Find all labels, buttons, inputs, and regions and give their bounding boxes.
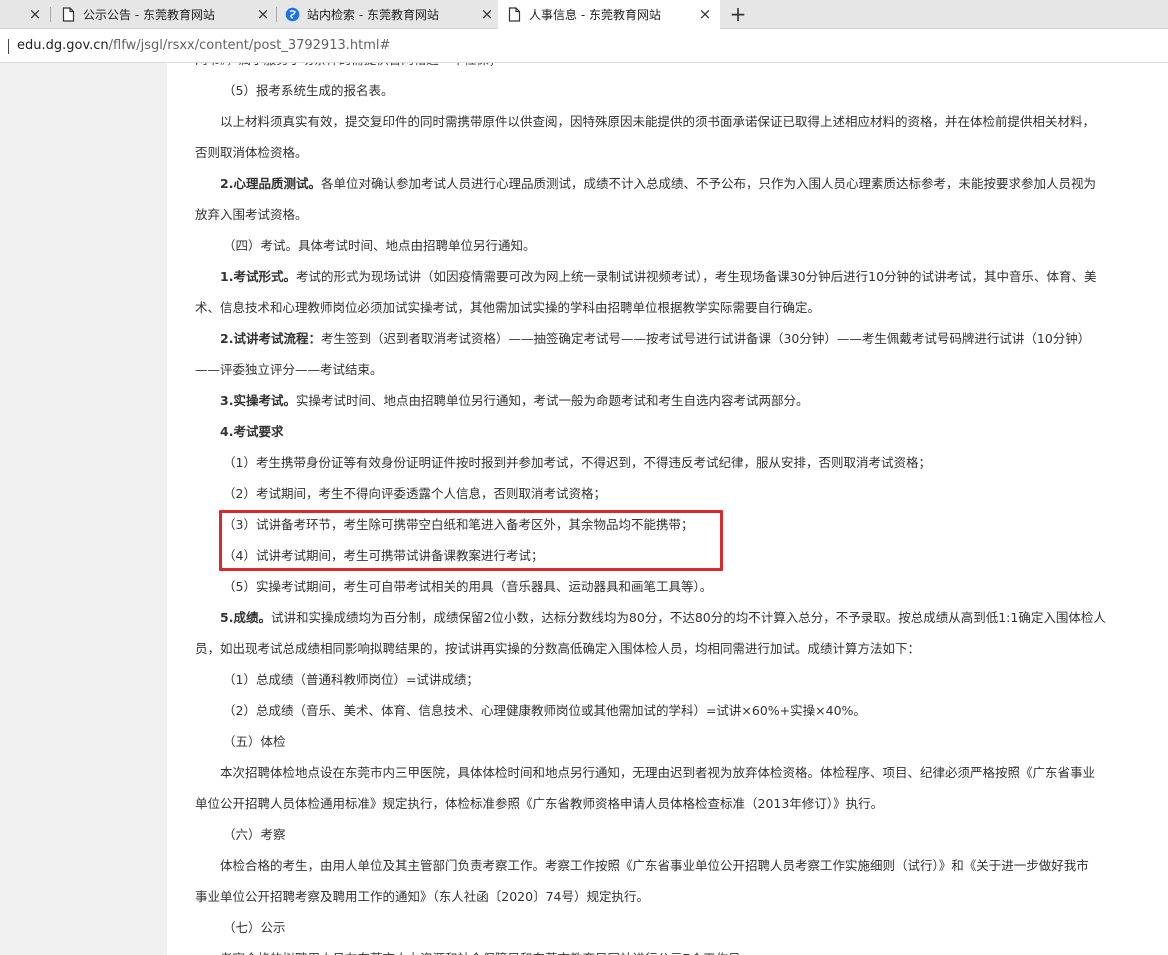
paragraph-line: 3.实操考试。实操考试时间、地点由招聘单位另行通知，考试一般为命题考试和考生自选… [195,385,1145,416]
paragraph-line: 事业单位公开招聘考察及聘用工作的通知》（东人社函〔2020〕74号）规定执行。 [195,889,649,904]
paragraph-line: 考察合格的拟聘用人员在东莞市人力资源和社会保障局和东莞市教育局网站进行公示7个工… [195,943,1145,955]
subsection-title: 3.实操考试。 [220,393,296,408]
paragraph-text: 考生签到（迟到者取消考试资格）——抽签确定考试号——按考试号进行试讲备课（30分… [320,331,1091,346]
tab-separator [50,7,51,22]
requirement-item: （2）考试期间，考生不得向评委透露个人信息，否则取消考试资格； [223,486,606,501]
paragraph-line: （5）报考系统生成的报名表。 [223,83,394,98]
close-icon[interactable]: × [696,5,714,23]
paragraph-text: 各单位对确认参加考试人员进行心理品质测试，成绩不计入总成绩、不予公布，只作为入围… [320,176,1096,191]
paragraph-text: 实操考试时间、地点由招聘单位另行通知，考试一般为命题考试和考生自选内容考试两部分… [295,393,809,408]
browser-tab-strip: × 公示公告 - 东莞教育网站 × 站内检索 - 东莞教育网站 × 人事信息 -… [0,0,1168,29]
url-host: edu.dg.gov.cn [17,38,109,53]
new-tab-button[interactable]: + [726,2,750,26]
paragraph-line: 5.成绩。试讲和实操成绩均为百分制，成绩保留2位小数，达标分数线均为80分，不达… [195,602,1145,633]
paragraph-line: 1.考试形式。考试的形式为现场试讲（如因疫情需要可改为网上统一录制试讲视频考试）… [195,261,1145,292]
requirement-item: （4）试讲考试期间，考生可携带试讲备课教案进行考试； [223,548,544,563]
url-path: /flfw/jsgl/rsxx/content/post_3792913.htm… [108,38,391,53]
section-heading: （七）公示 [223,920,286,935]
paragraph-line: 单位公开招聘人员体检通用标准》规定执行，体检标准参照《广东省教师资格申请人员体格… [195,796,884,811]
tab-title: 公示公告 - 东莞教育网站 [83,8,215,22]
paragraph-line: 本次招聘体检地点设在东莞市内三甲医院，具体体检时间和地点另行通知，无理由迟到者视… [220,765,1096,780]
tab-personnel-info[interactable]: 人事信息 - 东莞教育网站 × [498,0,720,29]
section-heading: （四）考试。具体考试时间、地点由招聘单位另行通知。 [223,238,536,253]
requirement-item: （5）实操考试期间，考生可自带考试相关的用具（音乐器具、运动器具和画笔工具等）。 [223,579,713,594]
tab-announcements[interactable]: 公示公告 - 东莞教育网站 × [60,0,272,29]
article-body: 网书》，属于服务于切条件的需提供告网格通一年社保； （5）报考系统生成的报名表。… [195,63,1145,955]
tab-title: 人事信息 - 东莞教育网站 [529,8,661,22]
section-heading: （六）考察 [223,827,286,842]
paragraph-line: 放弃入围考试资格。 [195,207,308,222]
subsection-title: 2.心理品质测试。 [220,176,321,191]
paragraph-text: 试讲和实操成绩均为百分制，成绩保留2位小数，达标分数线均为80分，不达80分的均… [270,610,1106,625]
tab-title: 站内检索 - 东莞教育网站 [307,8,439,22]
blue-logo-icon [284,7,300,23]
section-heading: （五）体检 [223,734,286,749]
close-icon[interactable]: × [478,5,496,23]
paragraph-text: 考试的形式为现场试讲（如因疫情需要可改为网上统一录制试讲视频考试），考生现场备课… [295,269,1097,284]
text-caret [8,39,9,54]
tab-site-search[interactable]: 站内检索 - 东莞教育网站 × [284,0,496,29]
address-url[interactable]: edu.dg.gov.cn/flfw/jsgl/rsxx/content/pos… [17,38,390,53]
close-icon[interactable]: × [254,5,272,23]
requirement-item: （3）试讲备考环节，考生除可携带空白纸和笔进入备考区外，其余物品均不能携带； [223,517,694,532]
subsection-title: 1.考试形式。 [220,269,296,284]
paragraph-line: 术、信息技术和心理教师岗位必须加试实操考试，其他需加试实操的学科由招聘单位根据教… [195,300,821,315]
paragraph-line: 体检合格的考生，由用人单位及其主管部门负责考察工作。考察工作按照《广东省事业单位… [220,858,1089,873]
paragraph-line: 2.心理品质测试。各单位对确认参加考试人员进行心理品质测试，成绩不计入总成绩、不… [195,168,1145,199]
paragraph-line: （1）总成绩（普通科教师岗位）=试讲成绩； [223,672,479,687]
paragraph-line: 以上材料须真实有效，提交复印件的同时需携带原件以供查阅，因特殊原因未能提供的须书… [220,114,1096,129]
paragraph-line: 否则取消体检资格。 [195,145,308,160]
requirement-item: （1）考生携带身份证等有效身份证明证件按时报到并参加考试，不得迟到，不得违反考试… [223,455,931,470]
paragraph-line: 员，如出现考试总成绩相同影响拟聘结果的，按试讲再实操的分数高低确定入围体检人员，… [195,641,921,656]
paragraph-line: 4.考试要求 [195,416,1145,447]
paragraph-line: （2）总成绩（音乐、美术、体育、信息技术、心理健康教师岗位或其他需加试的学科）=… [223,703,866,718]
close-icon[interactable]: × [26,5,44,23]
document-icon [60,7,76,23]
address-bar[interactable]: edu.dg.gov.cn/flfw/jsgl/rsxx/content/pos… [0,30,1168,63]
paragraph-line: ——评委独立评分——考试结束。 [195,362,383,377]
paragraph-line: 网书》，属于服务于切条件的需提供告网格通一年社保； [195,63,1145,75]
document-icon [506,7,522,23]
paragraph-line: 2.试讲考试流程：考生签到（迟到者取消考试资格）——抽签确定考试号——按考试号进… [195,323,1145,354]
subsection-title: 2.试讲考试流程： [220,331,321,346]
web-page: 网书》，属于服务于切条件的需提供告网格通一年社保； （5）报考系统生成的报名表。… [0,63,1168,955]
tab-separator [276,7,277,22]
left-panel [0,63,167,955]
subsection-title: 4.考试要求 [220,424,284,439]
subsection-title: 5.成绩。 [220,610,271,625]
